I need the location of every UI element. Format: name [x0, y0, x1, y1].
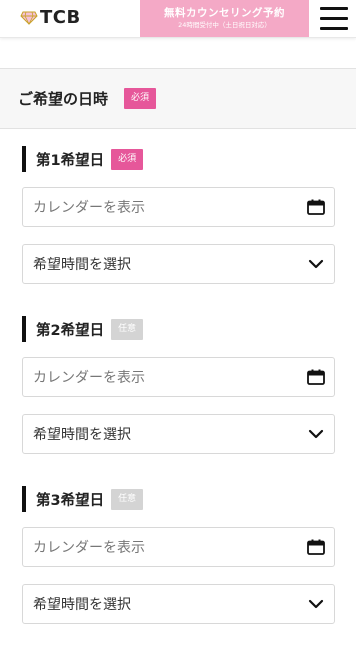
chevron-down-icon	[306, 425, 326, 443]
time-1-value: 希望時間を選択	[33, 257, 131, 273]
title-accent-bar	[22, 316, 26, 342]
chevron-down-icon	[306, 255, 326, 273]
title-accent-bar	[22, 486, 26, 512]
preferred-date-1-title: 第1希望日 必須	[22, 146, 144, 172]
logo[interactable]: TCB	[20, 7, 81, 29]
free-counseling-reserve-button[interactable]: 無料カウンセリング予約 24時間受付中（土日祝日対応）	[140, 0, 309, 37]
optional-badge: 任意	[111, 318, 144, 340]
required-badge: 必須	[111, 148, 144, 170]
reserve-button-sublabel: 24時間受付中（土日祝日対応）	[178, 21, 271, 29]
title-accent-bar	[22, 146, 26, 172]
time-1-select[interactable]: 希望時間を選択	[22, 244, 335, 284]
preferred-date-2-group: 第2希望日 任意 カレンダーを表示 希望時間を選択	[22, 316, 336, 456]
date-1-calendar-field[interactable]: カレンダーを表示	[22, 187, 335, 227]
date-3-placeholder: カレンダーを表示	[33, 540, 145, 556]
date-2-placeholder: カレンダーを表示	[33, 370, 145, 386]
site-header: TCB 無料カウンセリング予約 24時間受付中（土日祝日対応）	[0, 0, 356, 38]
time-3-value: 希望時間を選択	[33, 597, 131, 613]
preferred-datetime-section-header: ご希望の日時	[0, 68, 356, 129]
preferred-date-1-group: 第1希望日 必須 カレンダーを表示 希望時間を選択	[22, 146, 336, 286]
date-2-calendar-field[interactable]: カレンダーを表示	[22, 357, 335, 397]
calendar-icon	[306, 198, 326, 216]
menu-line	[320, 7, 348, 10]
section-title: ご希望の日時	[18, 90, 109, 108]
date-1-placeholder: カレンダーを表示	[33, 200, 145, 216]
preferred-date-1-label: 第1希望日	[36, 152, 105, 169]
calendar-icon	[306, 538, 326, 556]
optional-badge: 任意	[111, 488, 144, 510]
time-2-value: 希望時間を選択	[33, 427, 131, 443]
date-3-calendar-field[interactable]: カレンダーを表示	[22, 527, 335, 567]
diamond-logo-icon	[20, 11, 38, 25]
menu-line	[320, 17, 348, 20]
logo-text: TCB	[40, 7, 81, 28]
preferred-date-3-label: 第3希望日	[36, 492, 105, 509]
preferred-date-3-group: 第3希望日 任意 カレンダーを表示 希望時間を選択	[22, 486, 336, 626]
calendar-icon	[306, 368, 326, 386]
time-3-select[interactable]: 希望時間を選択	[22, 584, 335, 624]
preferred-date-2-title: 第2希望日 任意	[22, 316, 144, 342]
menu-line	[320, 27, 348, 30]
chevron-down-icon	[306, 595, 326, 613]
preferred-date-2-label: 第2希望日	[36, 322, 105, 339]
hamburger-menu-icon[interactable]	[316, 3, 352, 35]
preferred-date-3-title: 第3希望日 任意	[22, 486, 144, 512]
time-2-select[interactable]: 希望時間を選択	[22, 414, 335, 454]
reserve-button-label: 無料カウンセリング予約	[164, 7, 285, 19]
required-badge: 必須	[124, 88, 157, 109]
